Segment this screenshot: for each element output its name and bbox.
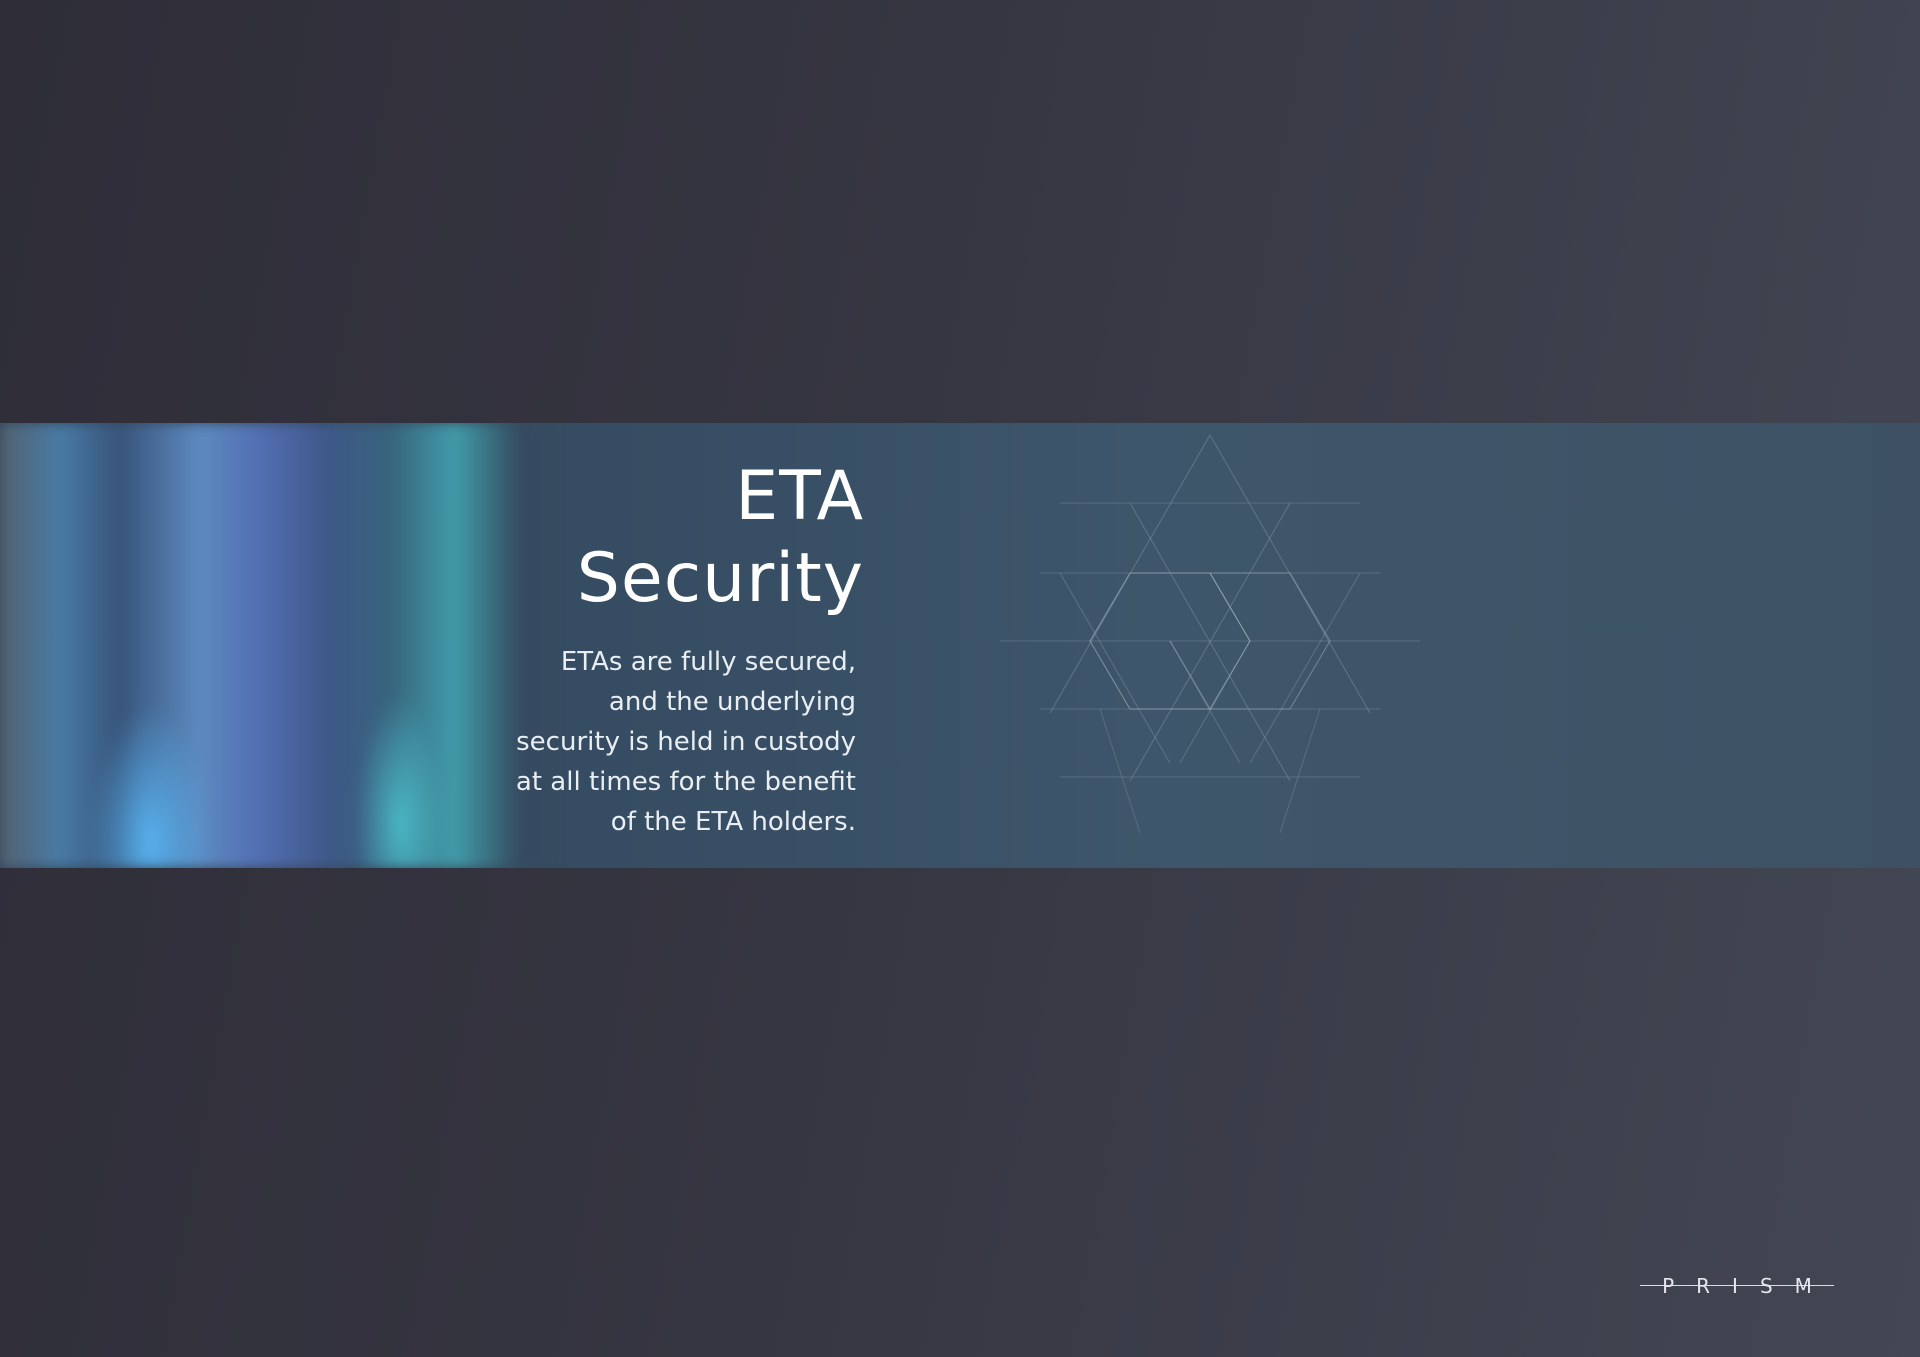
body-line: at all times for the benefit [515,767,856,797]
prism-logo: PRISM [1640,1272,1834,1302]
section-body: ETAs are fully secured, and the underlyi… [516,642,856,842]
section-text: ETA Security ETAs are fully secured, and… [516,456,864,842]
body-line: security is held in custody [516,727,856,757]
body-line: ETAs are fully secured, [560,647,856,677]
feature-band [0,423,1920,868]
body-line: of the ETA holders. [610,807,856,837]
body-line: and the underlying [608,687,856,717]
title-line-1: ETA [735,457,864,536]
logo-text: PRISM [1662,1274,1834,1298]
section-title: ETA Security [516,456,864,620]
light-streaks-image [0,423,560,868]
hexagon-pattern-icon [1000,434,1420,834]
title-line-2: Security [576,539,864,618]
page: ETA Security ETAs are fully secured, and… [0,0,1920,1357]
